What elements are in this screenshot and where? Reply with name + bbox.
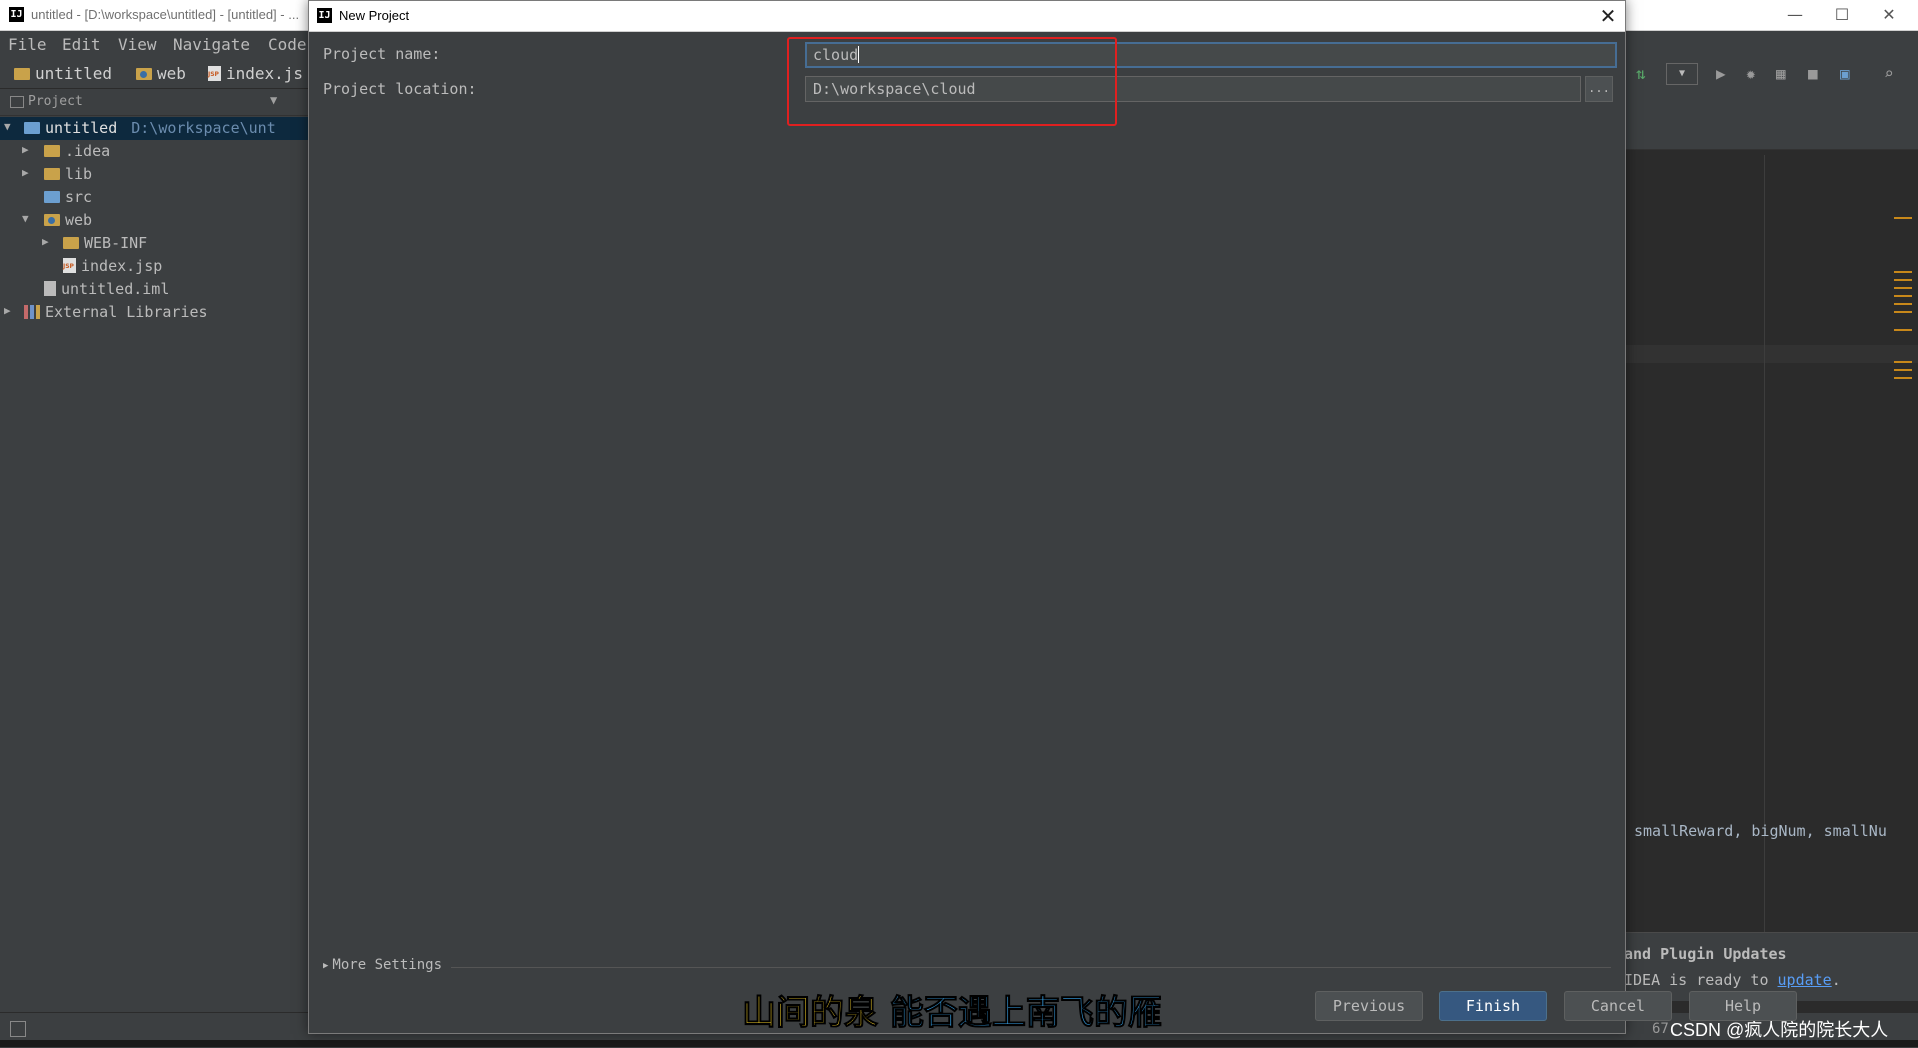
minimize-icon[interactable]: — [1775, 3, 1815, 27]
update-link[interactable]: update [1778, 971, 1832, 989]
project-panel-header[interactable]: Project ▼ [0, 89, 310, 116]
tree-item-lib[interactable]: ▶ lib [0, 163, 310, 186]
project-structure-icon[interactable]: ▣ [1840, 64, 1850, 83]
project-location-label: Project location: [323, 80, 477, 98]
chevron-down-icon[interactable]: ▼ [270, 93, 277, 107]
tool-windows-icon[interactable] [10, 1021, 26, 1037]
red-highlight-annotation [787, 37, 1117, 126]
web-folder-icon [44, 214, 60, 226]
error-stripe-mark[interactable] [1894, 311, 1912, 313]
jsp-file-icon [208, 66, 221, 81]
breadcrumb-item-web[interactable]: web [136, 64, 186, 83]
tree-item-index-jsp[interactable]: index.jsp [0, 255, 310, 278]
right-margin-guide [1764, 155, 1765, 1010]
new-project-dialog: IJ New Project ✕ Project name: cloud Pro… [308, 0, 1797, 1034]
intellij-logo-icon: IJ [317, 8, 332, 23]
tree-item-external-libraries[interactable]: ▶ External Libraries [0, 301, 310, 324]
tree-item-idea[interactable]: ▶ .idea [0, 140, 310, 163]
separator [451, 967, 1611, 968]
main-toolbar: ⇅ ▼ ▶ ✹ ▦ ■ ▣ ⌕ [1626, 58, 1918, 89]
tree-item-untitled-iml[interactable]: untitled.iml [0, 278, 310, 301]
dialog-title-bar: IJ New Project ✕ [309, 1, 1625, 32]
code-line[interactable]: smallReward, bigNum, smallNu [1634, 822, 1887, 840]
notification-body: IDEA is ready to update. [1624, 971, 1841, 989]
ide-window-title: untitled - [D:\workspace\untitled] - [un… [31, 7, 300, 22]
debug-icon[interactable]: ✹ [1746, 64, 1756, 83]
folder-icon [14, 68, 30, 80]
expand-arrow-icon[interactable]: ▼ [4, 120, 11, 133]
build-icon[interactable]: ⇅ [1636, 64, 1646, 83]
jsp-file-icon [63, 258, 76, 273]
project-panel-title: Project [28, 94, 83, 109]
taskbar-strip [0, 1040, 1918, 1047]
menu-edit[interactable]: Edit [62, 35, 101, 54]
editor-tab-bar [1626, 89, 1918, 150]
error-stripe-mark[interactable] [1894, 279, 1912, 281]
video-subtitle: 山间的泉 能否遇上南飞的雁 [742, 993, 1163, 1034]
browse-button[interactable]: ... [1585, 76, 1613, 102]
tree-item-untitled[interactable]: ▼ untitled D:\workspace\unt [0, 117, 310, 140]
breadcrumb: untitled web index.js [0, 58, 310, 89]
menu-view[interactable]: View [118, 35, 157, 54]
web-folder-icon [136, 68, 152, 80]
iml-file-icon [44, 281, 56, 296]
dialog-title: New Project [339, 8, 410, 23]
module-folder-icon [24, 122, 40, 134]
error-stripe-mark[interactable] [1894, 287, 1912, 289]
editor-area[interactable]: ⇅ ▼ ▶ ✹ ▦ ■ ▣ ⌕ smallReward, bigNum, sma… [1626, 58, 1918, 1012]
collapse-arrow-icon[interactable]: ▶ [22, 143, 29, 156]
caret-position[interactable]: 67 [1652, 1021, 1669, 1037]
finish-button[interactable]: Finish [1439, 991, 1547, 1021]
menu-code[interactable]: Code [268, 35, 307, 54]
expand-arrow-icon[interactable]: ▼ [22, 212, 29, 225]
cancel-button[interactable]: Cancel [1564, 991, 1672, 1021]
menu-file[interactable]: File [8, 35, 47, 54]
breadcrumb-item-index[interactable]: index.js [208, 64, 303, 83]
stop-icon[interactable]: ■ [1808, 64, 1818, 83]
project-view-icon [10, 96, 24, 108]
error-stripe-mark[interactable] [1894, 361, 1912, 363]
error-stripe-mark[interactable] [1894, 271, 1912, 273]
menu-navigate[interactable]: Navigate [173, 35, 250, 54]
notification-title: and Plugin Updates [1624, 945, 1787, 963]
error-stripe-mark[interactable] [1894, 303, 1912, 305]
collapse-arrow-icon[interactable]: ▶ [22, 166, 29, 179]
tree-item-web-inf[interactable]: ▶ WEB-INF [0, 232, 310, 255]
library-icon [24, 305, 40, 319]
previous-button[interactable]: Previous [1315, 991, 1423, 1021]
menu-bar: File Edit View Navigate Code [0, 31, 320, 56]
source-folder-icon [44, 191, 60, 203]
error-stripe-mark[interactable] [1894, 377, 1912, 379]
search-icon[interactable]: ⌕ [1884, 64, 1894, 83]
coverage-icon[interactable]: ▦ [1776, 64, 1786, 83]
tree-item-src[interactable]: src [0, 186, 310, 209]
intellij-logo-icon: IJ [9, 7, 24, 22]
current-line-highlight [1626, 345, 1918, 363]
project-name-label: Project name: [323, 45, 441, 63]
window-close-icon[interactable]: ✕ [1869, 3, 1909, 27]
close-icon[interactable]: ✕ [1595, 3, 1621, 29]
tree-item-web[interactable]: ▼ web [0, 209, 310, 232]
project-tool-window: Project ▼ ▼ untitled D:\workspace\unt ▶ .… [0, 89, 311, 1012]
error-stripe-mark[interactable] [1894, 329, 1912, 331]
run-icon[interactable]: ▶ [1716, 64, 1726, 83]
breadcrumb-item-untitled[interactable]: untitled [14, 64, 112, 83]
maximize-icon[interactable]: ☐ [1822, 3, 1862, 27]
folder-icon [44, 145, 60, 157]
error-stripe-mark[interactable] [1894, 369, 1912, 371]
collapse-arrow-icon[interactable]: ▶ [42, 235, 49, 248]
help-button[interactable]: Help [1689, 991, 1797, 1021]
run-config-dropdown[interactable]: ▼ [1666, 63, 1698, 85]
expand-arrow-icon: ▶ [323, 961, 329, 971]
more-settings-toggle[interactable]: ▶ More Settings [323, 957, 442, 973]
folder-icon [44, 168, 60, 180]
folder-icon [63, 237, 79, 249]
collapse-arrow-icon[interactable]: ▶ [4, 304, 11, 317]
error-stripe-mark[interactable] [1894, 295, 1912, 297]
error-stripe-mark[interactable] [1894, 217, 1912, 219]
